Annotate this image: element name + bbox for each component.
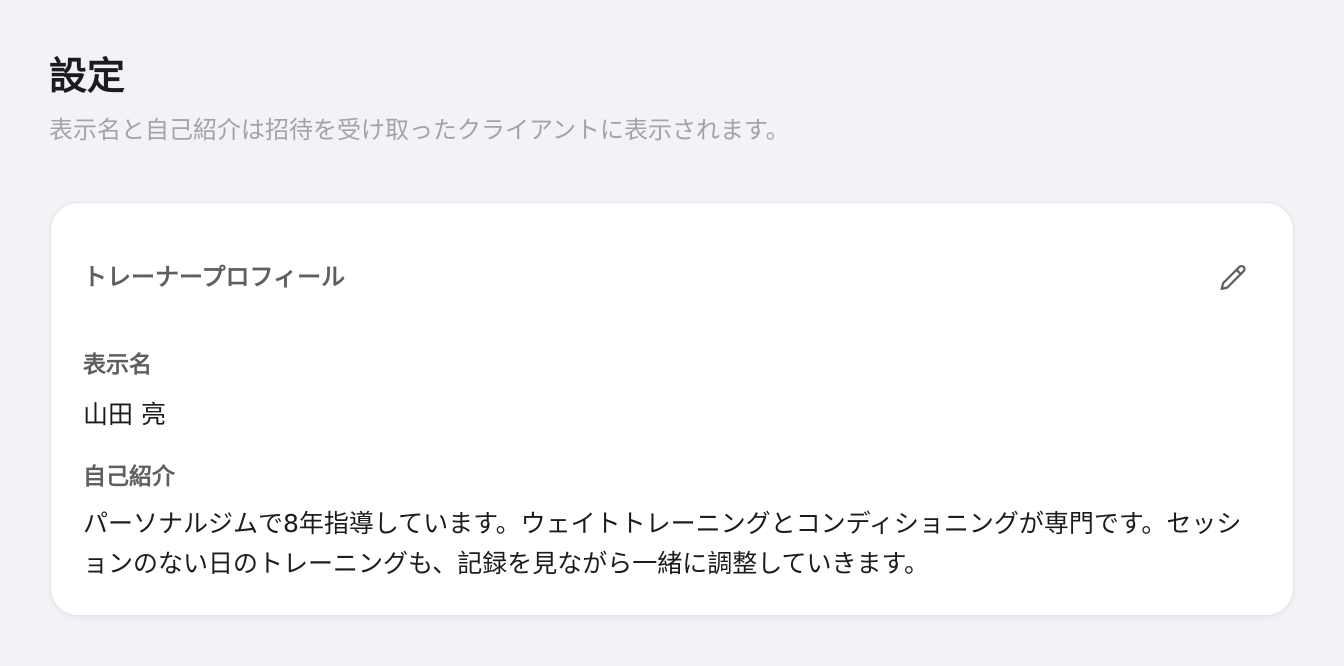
- card-title: トレーナープロフィール: [83, 263, 346, 291]
- display-name-value: 山田 亮: [83, 400, 166, 429]
- trainer-profile-card: トレーナープロフィール 表示名 山田 亮 自己紹介 パーソナルジムで8年指導して…: [50, 202, 1294, 616]
- bio-value: パーソナルジムで8年指導しています。ウェイトトレーニングとコンディショニングが専…: [83, 509, 1242, 578]
- page-title: 設定: [49, 54, 126, 98]
- display-name-label: 表示名: [83, 352, 152, 378]
- page-subtitle: 表示名と自己紹介は招待を受け取ったクライアントに表示されます。: [49, 116, 790, 144]
- pencil-icon: [1220, 264, 1246, 291]
- bio-label: 自己紹介: [83, 464, 175, 490]
- edit-profile-button[interactable]: [1213, 259, 1253, 299]
